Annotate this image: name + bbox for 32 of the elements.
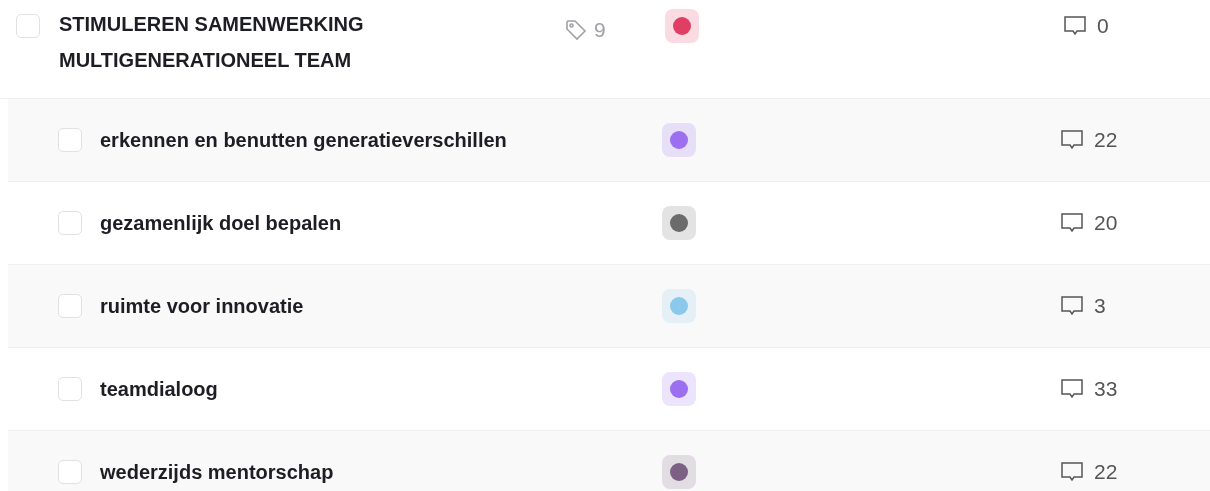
- subtask-title: gezamenlijk doel bepalen: [100, 211, 343, 235]
- comment-count: 22: [1094, 128, 1118, 152]
- tag-count: 9: [594, 18, 606, 42]
- comment-icon[interactable]: [1063, 14, 1087, 38]
- status-tile[interactable]: [662, 123, 696, 157]
- status-tile[interactable]: [662, 455, 696, 489]
- checkbox[interactable]: [58, 211, 82, 235]
- comment-count: 22: [1094, 460, 1118, 484]
- comment-icon[interactable]: [1060, 128, 1084, 152]
- checkbox[interactable]: [58, 294, 82, 318]
- comment-icon[interactable]: [1060, 377, 1084, 401]
- status-tile[interactable]: [662, 372, 696, 406]
- checkbox[interactable]: [58, 377, 82, 401]
- comment-icon[interactable]: [1060, 211, 1084, 235]
- subtask-title: teamdialoog: [100, 377, 219, 401]
- status-tile[interactable]: [662, 206, 696, 240]
- checkbox[interactable]: [16, 14, 40, 38]
- tag-icon: [564, 18, 588, 42]
- checkbox[interactable]: [58, 460, 82, 484]
- comment-count: 3: [1094, 294, 1106, 318]
- checkbox[interactable]: [58, 128, 82, 152]
- subtask-title: erkennen en benutten generatieverschillen: [100, 128, 508, 152]
- comment-count: 0: [1097, 14, 1109, 38]
- comment-count: 20: [1094, 211, 1118, 235]
- comment-icon[interactable]: [1060, 294, 1084, 318]
- comment-icon[interactable]: [1060, 460, 1084, 484]
- status-tile[interactable]: [665, 9, 699, 43]
- subtask-title: ruimte voor innovatie: [100, 294, 305, 318]
- task-title: STIMULEREN SAMENWERKING MULTIGENERATIONEEL TEAM: [59, 12, 365, 73]
- subtask-title: wederzijds mentorschap: [100, 460, 335, 484]
- status-tile[interactable]: [662, 289, 696, 323]
- comment-count: 33: [1094, 377, 1118, 401]
